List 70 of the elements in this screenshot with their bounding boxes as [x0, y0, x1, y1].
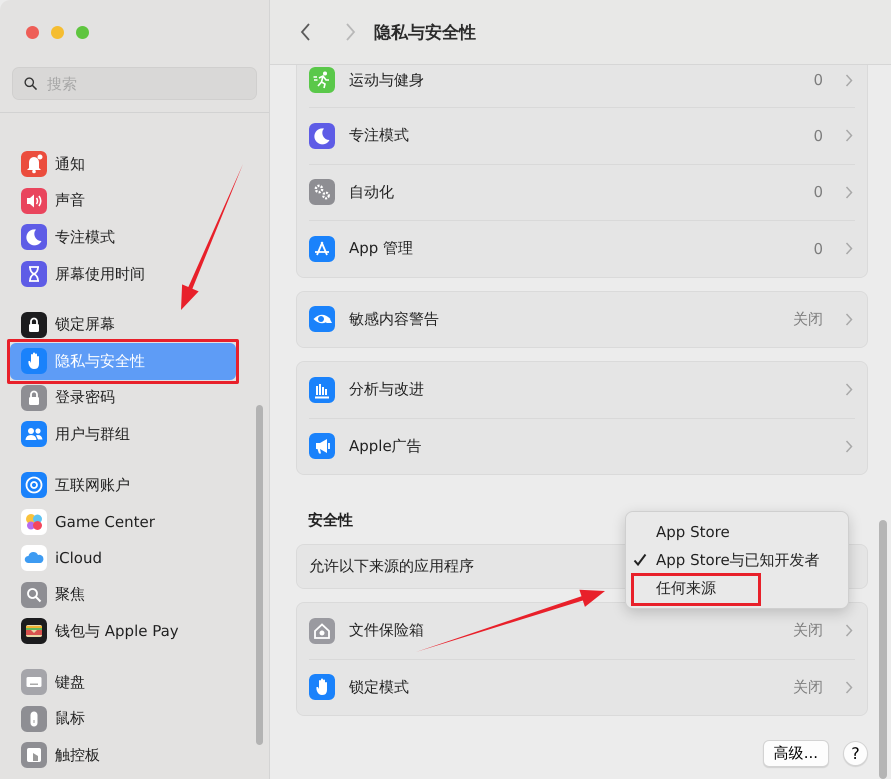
- chevron-icon: [845, 312, 853, 326]
- bell-icon: [21, 151, 47, 178]
- chevron-icon: [845, 680, 853, 694]
- wallet-icon: [21, 618, 47, 644]
- hourglass-icon: [21, 261, 47, 288]
- people-icon: [21, 421, 47, 448]
- setting-label: 允许以下来源的应用程序: [309, 557, 474, 576]
- help-button[interactable]: ?: [843, 741, 868, 766]
- gears-icon: [309, 179, 335, 206]
- advanced-button[interactable]: 高级...: [762, 740, 829, 767]
- at-sign-icon: [21, 472, 47, 498]
- sidebar-item[interactable]: 声音: [10, 182, 236, 220]
- app-store-icon: [309, 236, 335, 262]
- keyboard-icon: [21, 669, 47, 696]
- settings-row[interactable]: 运动与健身 0: [309, 65, 855, 107]
- settings-row[interactable]: 锁定模式 关闭: [309, 658, 855, 715]
- bubbles-icon: [21, 508, 47, 535]
- settings-row[interactable]: 分析与改进: [309, 362, 855, 418]
- settings-row[interactable]: 专注模式 0: [309, 107, 855, 164]
- hand-icon: [21, 348, 47, 374]
- sidebar-item[interactable]: 用户与群组: [10, 416, 236, 453]
- sidebar-item[interactable]: 锁定屏幕: [10, 306, 236, 343]
- sidebar-item[interactable]: 触控板: [10, 736, 236, 774]
- menu-option[interactable]: App Store: [626, 518, 848, 546]
- section-heading: 安全性: [308, 511, 354, 530]
- chevron-icon: [845, 242, 853, 256]
- close-button[interactable]: [26, 26, 39, 39]
- sidebar-item[interactable]: 屏幕使用时间: [10, 256, 236, 292]
- runner-icon: [309, 67, 335, 93]
- sidebar-item[interactable]: 钱包与 Apple Pay: [10, 613, 236, 650]
- moon-icon: [309, 122, 335, 149]
- sidebar-item[interactable]: Game Center: [10, 503, 236, 540]
- sidebar-item[interactable]: 键盘: [10, 664, 236, 700]
- chevron-icon: [845, 74, 853, 86]
- chevron-icon: [845, 440, 853, 453]
- zoom-button[interactable]: [76, 26, 89, 39]
- chevron-icon: [845, 624, 853, 638]
- page-title: 隐私与安全性: [374, 22, 476, 44]
- eye-icon: [309, 306, 335, 332]
- search-icon: [21, 582, 47, 608]
- settings-row[interactable]: 自动化 0: [309, 164, 855, 220]
- sidebar-item[interactable]: iCloud: [10, 540, 236, 577]
- mouse-icon: [21, 706, 47, 732]
- speaker-icon: [21, 188, 47, 214]
- sidebar-item[interactable]: 鼠标: [10, 700, 236, 737]
- sidebar-item[interactable]: 专注模式: [10, 219, 236, 256]
- settings-row[interactable]: Apple广告: [309, 418, 855, 474]
- chevron-icon: [845, 383, 853, 396]
- megaphone-icon: [309, 433, 335, 460]
- scrollbar-thumb[interactable]: [256, 405, 263, 745]
- sidebar-item[interactable]: 互联网账户: [10, 466, 236, 504]
- chevron-icon: [845, 186, 853, 199]
- lock-icon: [21, 384, 47, 411]
- moon-icon: [21, 224, 47, 250]
- scrollbar-thumb[interactable]: [879, 520, 887, 779]
- cloud-icon: [21, 545, 47, 572]
- menu-option[interactable]: App Store与已知开发者: [626, 546, 848, 574]
- minimize-button[interactable]: [51, 26, 64, 39]
- chevron-icon: [845, 129, 853, 142]
- bar-chart-icon: [309, 376, 335, 403]
- hand-icon: [309, 674, 335, 700]
- lock-icon: [21, 312, 47, 338]
- settings-row[interactable]: App 管理 0: [309, 220, 855, 276]
- sidebar-item[interactable]: 登录密码: [10, 380, 236, 416]
- sidebar-item[interactable]: 通知: [10, 146, 236, 183]
- settings-row[interactable]: 敏感内容警告 关闭: [309, 292, 855, 347]
- house-icon: [309, 618, 335, 644]
- menu-option[interactable]: 任何来源: [626, 574, 848, 602]
- trackpad-icon: [21, 742, 47, 768]
- sidebar-item[interactable]: 聚焦: [10, 576, 236, 614]
